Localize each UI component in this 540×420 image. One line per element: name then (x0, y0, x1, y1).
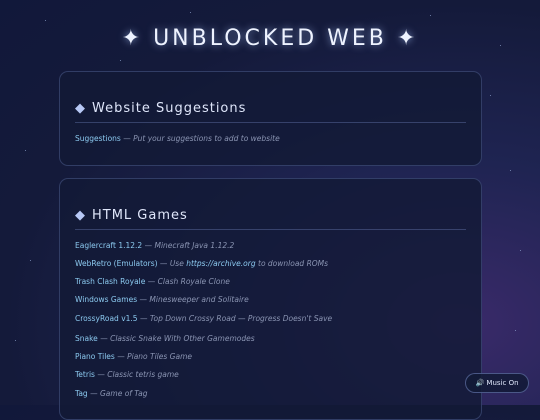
game-link[interactable]: Windows Games (75, 295, 137, 304)
game-link[interactable]: Piano Tiles (75, 352, 115, 361)
game-link[interactable]: WebRetro (Emulators) (75, 259, 158, 268)
game-link[interactable]: Snake (75, 334, 98, 343)
game-link[interactable]: CrossyRoad v1.5 (75, 314, 138, 323)
section-heading: ◆ HTML Games (75, 208, 466, 230)
list-item: Tetris — Classic tetris game (75, 370, 179, 379)
music-toggle-button[interactable]: 🔊 Music On (465, 373, 529, 393)
suggestions-link[interactable]: Suggestions (75, 134, 121, 143)
game-link[interactable]: Tetris (75, 370, 95, 379)
list-item: Piano Tiles — Piano Tiles Game (75, 352, 193, 361)
game-link[interactable]: Eaglercraft 1.12.2 (75, 241, 142, 250)
html-games-card: ◆ HTML Games Eaglercraft 1.12.2 — Minecra… (59, 178, 482, 420)
section-heading: ◆ Website Suggestions (75, 101, 466, 123)
diamond-icon: ◆ (75, 208, 86, 223)
diamond-icon: ◆ (75, 101, 86, 116)
list-item: Tag — Game of Tag (75, 389, 148, 398)
list-item: WebRetro (Emulators) — Use https://archi… (75, 259, 329, 268)
list-item: Trash Clash Royale — Clash Royale Clone (75, 277, 230, 286)
music-button-label: Music On (486, 379, 519, 387)
list-item: Eaglercraft 1.12.2 — Minecraft Java 1.12… (75, 241, 235, 250)
suggestions-card: ◆ Website Suggestions Suggestions — Put y… (59, 71, 482, 166)
list-item: Windows Games — Minesweeper and Solitair… (75, 295, 249, 304)
list-item: CrossyRoad v1.5 — Top Down Crossy Road —… (75, 314, 333, 323)
game-link[interactable]: Trash Clash Royale (75, 277, 145, 286)
archive-link[interactable]: https://archive.org (186, 259, 255, 268)
list-item: Suggestions — Put your suggestions to ad… (75, 134, 280, 143)
list-item: Snake — Classic Snake With Other Gamemod… (75, 334, 255, 343)
speaker-icon: 🔊 (475, 379, 485, 387)
page-title: ✦ UNBLOCKED WEB ✦ (121, 26, 419, 51)
game-link[interactable]: Tag (75, 389, 88, 398)
